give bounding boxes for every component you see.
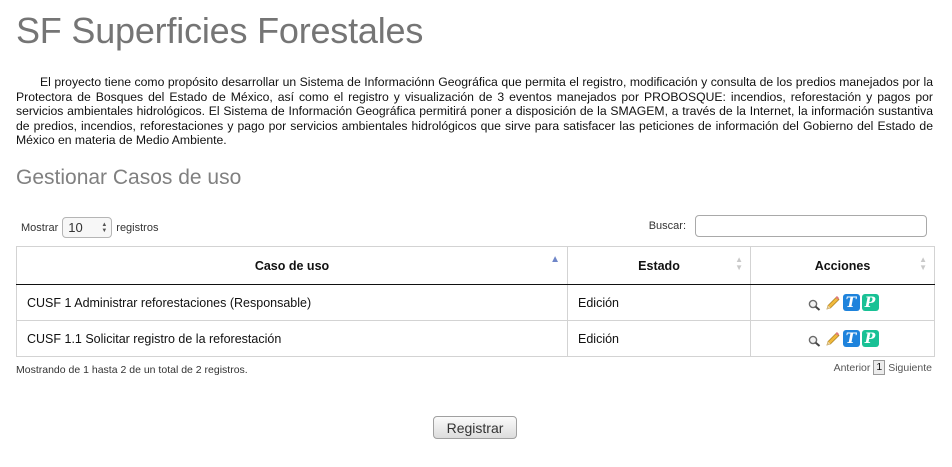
- column-header-case[interactable]: Caso de uso ▲: [16, 246, 568, 285]
- case-cell: CUSF 1 Administrar reforestaciones (Resp…: [16, 284, 568, 321]
- p-action-icon[interactable]: P: [861, 294, 879, 311]
- magnifier-icon[interactable]: [807, 295, 823, 311]
- sort-both-icon: ▲ ▼: [919, 255, 927, 272]
- table-row: CUSF 1 Administrar reforestaciones (Resp…: [16, 284, 935, 321]
- column-header-status[interactable]: Estado ▲ ▼: [567, 246, 751, 285]
- sort-asc-icon: ▲: [550, 254, 560, 265]
- search-input[interactable]: [695, 215, 927, 237]
- magnifier-icon[interactable]: [807, 331, 823, 347]
- next-page-link[interactable]: Siguiente: [888, 362, 932, 374]
- search-control: Buscar:: [649, 215, 927, 237]
- actions-cell: T P: [750, 284, 935, 321]
- column-header-actions[interactable]: Acciones ▲ ▼: [750, 246, 935, 285]
- actions-cell: T P: [750, 320, 935, 357]
- page-length-select[interactable]: 10 ▲ ▼: [62, 217, 113, 238]
- show-label: Mostrar: [21, 221, 59, 234]
- page-title: SF Superficies Forestales: [16, 10, 424, 51]
- t-action-icon[interactable]: T: [842, 330, 860, 347]
- search-label: Buscar:: [648, 220, 686, 232]
- sort-both-icon: ▲ ▼: [735, 255, 743, 272]
- pencil-icon[interactable]: [825, 331, 841, 347]
- project-description: El proyecto tiene como propósito desarro…: [16, 75, 933, 148]
- status-cell: Edición: [567, 284, 751, 321]
- page-length-control: Mostrar 10 ▲ ▼ registros: [21, 217, 158, 238]
- table-row: CUSF 1.1 Solicitar registro de la refore…: [16, 320, 935, 357]
- p-action-icon[interactable]: P: [861, 330, 879, 347]
- pagination: Anterior 1 Siguiente: [834, 360, 932, 375]
- page-length-value: 10: [68, 220, 83, 235]
- use-cases-table: Caso de uso ▲ Estado ▲ ▼ Acciones ▲ ▼ CUSF…: [16, 246, 935, 357]
- spinner-icon: ▲ ▼: [101, 221, 108, 234]
- register-button[interactable]: Registrar: [433, 416, 517, 439]
- status-cell: Edición: [567, 320, 751, 357]
- section-title: Gestionar Casos de uso: [16, 166, 242, 189]
- pencil-icon[interactable]: [825, 295, 841, 311]
- prev-page-link[interactable]: Anterior: [834, 362, 871, 374]
- table-info: Mostrando de 1 hasta 2 de un total de 2 …: [16, 364, 248, 376]
- case-cell: CUSF 1.1 Solicitar registro de la refore…: [16, 320, 568, 357]
- t-action-icon[interactable]: T: [842, 294, 860, 311]
- current-page-button[interactable]: 1: [873, 360, 886, 375]
- records-label: registros: [116, 221, 159, 234]
